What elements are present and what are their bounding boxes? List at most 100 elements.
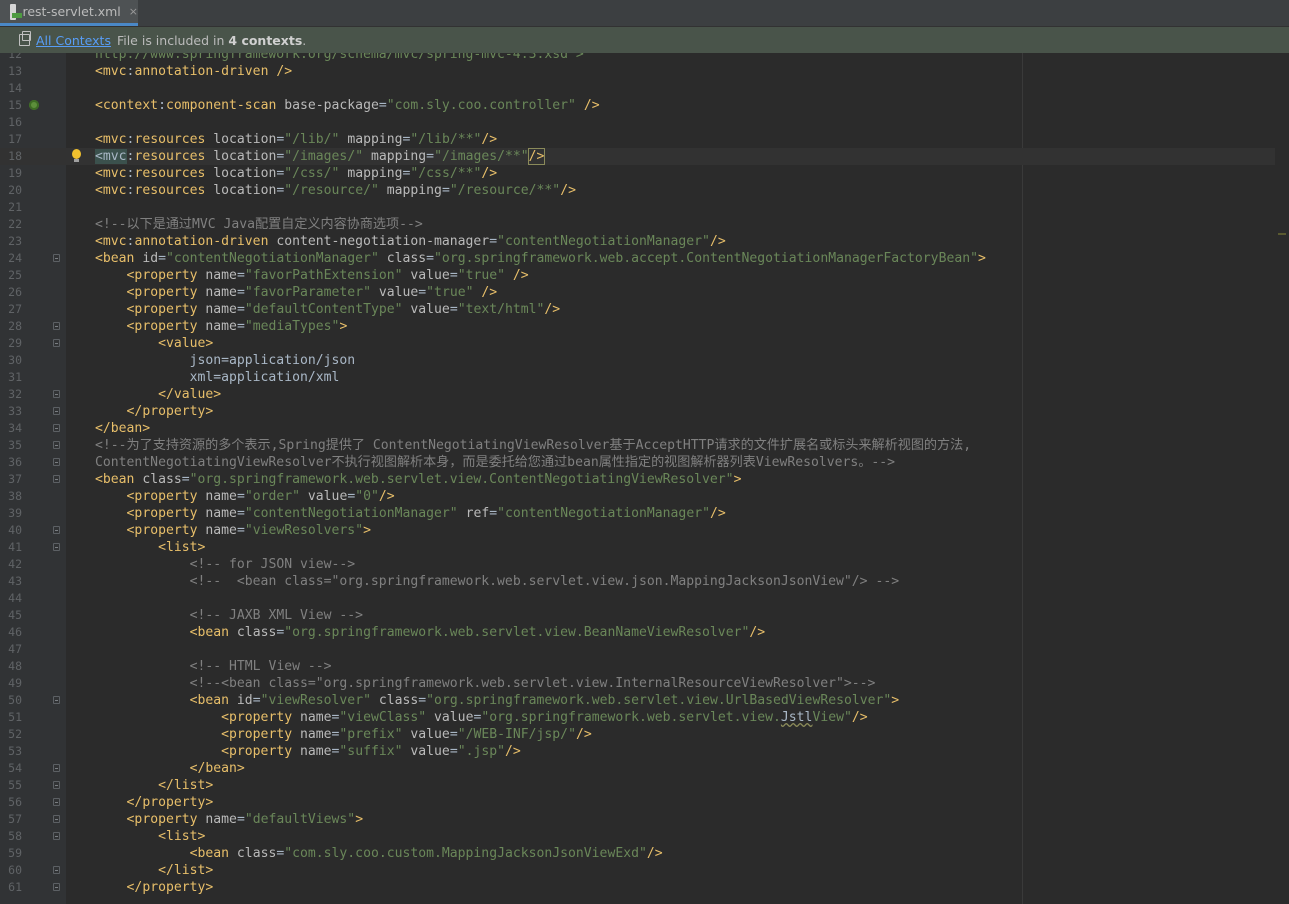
code-line[interactable]: 12 http://www.springframework.org/schema/… [0,53,1289,63]
code-line[interactable]: 35 <!--为了支持资源的多个表示,Spring提供了 ContentNegot… [0,437,1289,454]
code-line[interactable]: 24 <bean id="contentNegotiationManager" c… [0,250,1289,267]
line-number[interactable]: 59 [0,845,22,862]
code-line[interactable]: 21 [0,199,1289,216]
fold-marker-icon[interactable] [53,866,60,874]
error-stripe-scrollbar[interactable] [1275,53,1289,904]
line-number[interactable]: 31 [0,369,22,386]
code-line[interactable]: 34 </bean> [0,420,1289,437]
code-line[interactable]: 60 </list> [0,862,1289,879]
line-number[interactable]: 35 [0,437,22,454]
line-number[interactable]: 45 [0,607,22,624]
line-number[interactable]: 19 [0,165,22,182]
line-number[interactable]: 51 [0,709,22,726]
spring-bean-icon[interactable] [29,100,39,110]
fold-marker-icon[interactable] [53,322,60,330]
line-number[interactable]: 36 [0,454,22,471]
code-line[interactable]: 17 <mvc:resources location="/lib/" mappin… [0,131,1289,148]
fold-marker-icon[interactable] [53,441,60,449]
code-line[interactable]: 40 <property name="viewResolvers"> [0,522,1289,539]
code-line[interactable]: 22 <!--以下是通过MVC Java配置自定义内容协商选项--> [0,216,1289,233]
code-line[interactable]: 56 </property> [0,794,1289,811]
fold-marker-icon[interactable] [53,883,60,891]
code-line[interactable]: 28 <property name="mediaTypes"> [0,318,1289,335]
code-line[interactable]: 18 <mvc:resources location="/images/" map… [0,148,1289,165]
code-line[interactable]: 54 </bean> [0,760,1289,777]
line-number[interactable]: 14 [0,80,22,97]
line-number[interactable]: 39 [0,505,22,522]
line-number[interactable]: 24 [0,250,22,267]
code-line[interactable]: 19 <mvc:resources location="/css/" mappin… [0,165,1289,182]
code-line[interactable]: 50 <bean id="viewResolver" class="org.sp… [0,692,1289,709]
code-line[interactable]: 27 <property name="defaultContentType" v… [0,301,1289,318]
code-line[interactable]: 48 <!-- HTML View --> [0,658,1289,675]
code-line[interactable]: 29 <value> [0,335,1289,352]
line-number[interactable]: 18 [0,148,22,165]
code-line[interactable]: 16 [0,114,1289,131]
tab-rest-servlet-xml[interactable]: rest-servlet.xml × [0,0,138,26]
fold-marker-icon[interactable] [53,764,60,772]
line-number[interactable]: 16 [0,114,22,131]
line-number[interactable]: 43 [0,573,22,590]
line-number[interactable]: 57 [0,811,22,828]
warning-mark[interactable] [1278,233,1286,235]
code-line[interactable]: 39 <property name="contentNegotiationMan… [0,505,1289,522]
line-number[interactable]: 50 [0,692,22,709]
code-line[interactable]: 49 <!--<bean class="org.springframework.… [0,675,1289,692]
line-number[interactable]: 29 [0,335,22,352]
code-line[interactable]: 23 <mvc:annotation-driven content-negotia… [0,233,1289,250]
all-contexts-link[interactable]: All Contexts [36,33,111,48]
fold-marker-icon[interactable] [53,390,60,398]
code-line[interactable]: 58 <list> [0,828,1289,845]
fold-marker-icon[interactable] [53,407,60,415]
line-number[interactable]: 34 [0,420,22,437]
fold-marker-icon[interactable] [53,815,60,823]
line-number[interactable]: 42 [0,556,22,573]
line-number[interactable]: 22 [0,216,22,233]
line-number[interactable]: 21 [0,199,22,216]
code-line[interactable]: 47 [0,641,1289,658]
line-number[interactable]: 58 [0,828,22,845]
code-line[interactable]: 15 <context:component-scan base-package="… [0,97,1289,114]
line-number[interactable]: 49 [0,675,22,692]
code-line[interactable]: 37 <bean class="org.springframework.web.s… [0,471,1289,488]
line-number[interactable]: 32 [0,386,22,403]
intention-bulb-icon[interactable] [72,149,81,162]
fold-marker-icon[interactable] [53,475,60,483]
code-line[interactable]: 53 <property name="suffix" value=".jsp"/… [0,743,1289,760]
fold-marker-icon[interactable] [53,781,60,789]
code-line[interactable]: 25 <property name="favorPathExtension" v… [0,267,1289,284]
code-line[interactable]: 45 <!-- JAXB XML View --> [0,607,1289,624]
line-number[interactable]: 53 [0,743,22,760]
line-number[interactable]: 47 [0,641,22,658]
code-line[interactable]: 57 <property name="defaultViews"> [0,811,1289,828]
code-line[interactable]: 26 <property name="favorParameter" value… [0,284,1289,301]
code-line[interactable]: 61 </property> [0,879,1289,896]
code-line[interactable]: 44 [0,590,1289,607]
line-number[interactable]: 55 [0,777,22,794]
line-number[interactable]: 12 [0,53,22,63]
fold-marker-icon[interactable] [53,339,60,347]
close-icon[interactable]: × [129,5,138,18]
code-line[interactable]: 33 </property> [0,403,1289,420]
code-line[interactable]: 52 <property name="prefix" value="/WEB-I… [0,726,1289,743]
line-number[interactable]: 61 [0,879,22,896]
line-number[interactable]: 28 [0,318,22,335]
line-number[interactable]: 52 [0,726,22,743]
code-line[interactable]: 46 <bean class="org.springframework.web.… [0,624,1289,641]
line-number[interactable]: 13 [0,63,22,80]
code-line[interactable]: 38 <property name="order" value="0"/> [0,488,1289,505]
fold-marker-icon[interactable] [53,424,60,432]
line-number[interactable]: 40 [0,522,22,539]
line-number[interactable]: 25 [0,267,22,284]
code-line[interactable]: 41 <list> [0,539,1289,556]
fold-marker-icon[interactable] [53,798,60,806]
line-number[interactable]: 60 [0,862,22,879]
line-number[interactable]: 27 [0,301,22,318]
code-line[interactable]: 43 <!-- <bean class="org.springframework… [0,573,1289,590]
code-line[interactable]: 42 <!-- for JSON view--> [0,556,1289,573]
code-line[interactable]: 13 <mvc:annotation-driven /> [0,63,1289,80]
line-number[interactable]: 20 [0,182,22,199]
code-line[interactable]: 20 <mvc:resources location="/resource/" m… [0,182,1289,199]
code-line[interactable]: 59 <bean class="com.sly.coo.custom.Mappi… [0,845,1289,862]
line-number[interactable]: 30 [0,352,22,369]
